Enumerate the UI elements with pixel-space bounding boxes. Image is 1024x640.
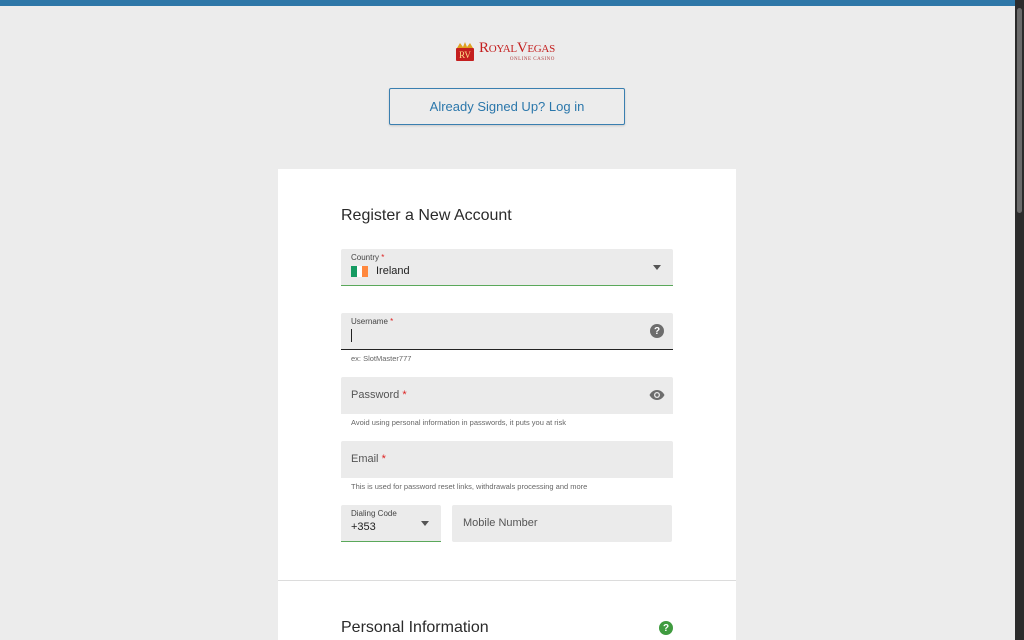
royal-vegas-logo[interactable]: RV RoyalVegas ONLINE CASINO [454,36,564,66]
eye-icon[interactable] [649,389,665,401]
form-title: Register a New Account [341,207,512,224]
registration-card: Register a New Account Country * Ireland… [278,169,736,640]
email-hint: This is used for password reset links, w… [351,482,588,491]
help-icon[interactable]: ? [650,324,664,338]
dialing-code-select[interactable]: Dialing Code +353 [341,505,441,542]
country-value: Ireland [351,265,410,277]
ireland-flag-icon [351,265,369,277]
password-label: Password * [351,389,407,401]
dialing-code-label: Dialing Code [351,509,397,518]
username-field[interactable]: Username * ? [341,313,673,350]
password-hint: Avoid using personal information in pass… [351,418,566,427]
login-button[interactable]: Already Signed Up? Log in [389,88,625,125]
email-field[interactable]: Email * [341,441,673,478]
scrollbar[interactable] [1015,0,1024,640]
scrollbar-thumb[interactable] [1017,8,1022,213]
text-cursor [351,329,352,342]
personal-information-title: Personal Information [341,619,489,636]
logo-monogram: RV [459,50,471,60]
logo-name: RoyalVegas [479,39,555,56]
country-label: Country * [351,253,385,262]
username-hint: ex: SlotMaster777 [351,354,412,363]
mobile-number-placeholder: Mobile Number [463,517,538,529]
email-label: Email * [351,453,386,465]
dialing-code-value: +353 [351,521,376,533]
chevron-down-icon [653,265,661,270]
country-select[interactable]: Country * Ireland [341,249,673,286]
crown-logo-icon: RV [454,40,476,62]
help-icon[interactable]: ? [659,621,673,635]
username-label: Username * [351,317,394,326]
logo-subtitle: ONLINE CASINO [509,56,555,62]
section-divider [278,580,736,581]
chevron-down-icon [421,521,429,526]
mobile-number-field[interactable]: Mobile Number [452,505,672,542]
password-field[interactable]: Password * [341,377,673,414]
country-name: Ireland [376,265,410,277]
top-accent-bar [0,0,1024,6]
